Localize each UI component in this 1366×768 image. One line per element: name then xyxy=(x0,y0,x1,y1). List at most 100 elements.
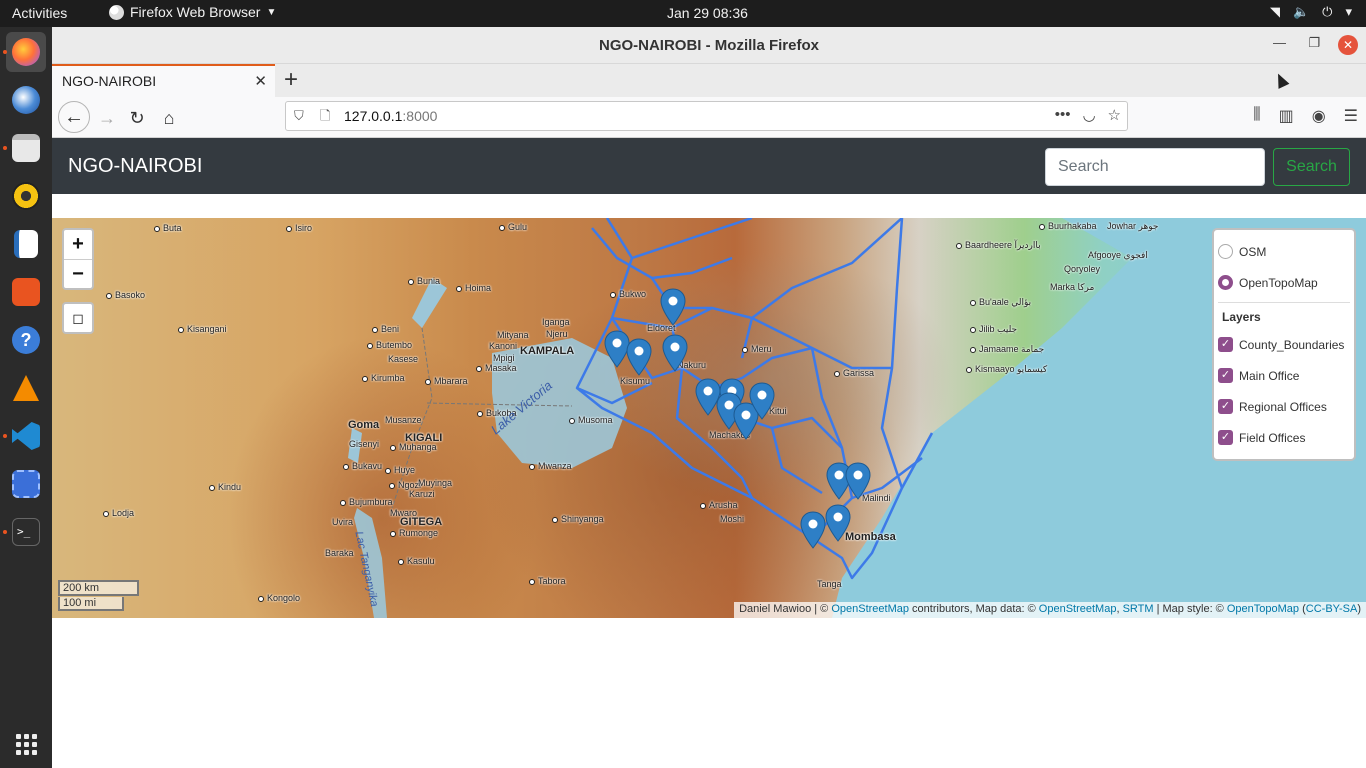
new-tab-button[interactable]: + xyxy=(284,66,298,94)
firefox-icon xyxy=(109,4,124,20)
fullscreen-button[interactable]: ◻ xyxy=(62,302,94,334)
site-brand[interactable]: NGO-NAIROBI xyxy=(68,155,202,178)
dock-terminal[interactable]: >_ xyxy=(6,512,46,552)
home-button[interactable]: ⌂ xyxy=(156,106,182,132)
license-link[interactable]: CC-BY-SA xyxy=(1306,603,1358,615)
place-label: Karuzi xyxy=(409,489,435,499)
overlay-county-boundaries[interactable]: ✓ County_Boundaries xyxy=(1218,329,1350,360)
account-icon[interactable]: ◉ xyxy=(1312,106,1326,126)
search-button[interactable]: Search xyxy=(1273,148,1350,186)
map-marker-icon[interactable] xyxy=(845,462,871,500)
place-label: Kongolo xyxy=(258,593,300,603)
place-label: Tanga xyxy=(817,579,842,589)
place-label: Jilib جليب xyxy=(970,324,1017,335)
scale-mi: 100 mi xyxy=(58,597,124,611)
place-label: Jamaame جمامة xyxy=(970,344,1044,355)
dock-rhythmbox[interactable] xyxy=(6,176,46,216)
url-text[interactable]: 127.0.0.1:8000 xyxy=(344,108,437,124)
dock-writer[interactable] xyxy=(6,224,46,264)
place-label: Buta xyxy=(154,223,182,233)
radio-button[interactable] xyxy=(1218,244,1233,259)
hamburger-menu-icon[interactable]: ☰ xyxy=(1344,106,1358,126)
base-layer-opentopomap[interactable]: OpenTopoMap xyxy=(1218,267,1350,298)
checkbox[interactable]: ✓ xyxy=(1218,368,1233,383)
system-top-bar: Activities Firefox Web Browser ▼ Jan 29 … xyxy=(0,0,1366,27)
bookmark-star-icon[interactable]: ☆ xyxy=(1108,106,1121,124)
checkbox[interactable]: ✓ xyxy=(1218,337,1233,352)
library-icon[interactable]: ⫼ xyxy=(1253,106,1260,126)
reload-button[interactable]: ↻ xyxy=(124,106,150,132)
show-applications-button[interactable] xyxy=(6,724,46,764)
checkbox[interactable]: ✓ xyxy=(1218,430,1233,445)
map-marker-icon[interactable] xyxy=(749,382,775,420)
chevron-down-icon: ▾ xyxy=(1345,4,1352,19)
dock-vlc[interactable] xyxy=(6,368,46,408)
overlay-regional-offices[interactable]: ✓ Regional Offices xyxy=(1218,391,1350,422)
search-input[interactable] xyxy=(1045,148,1265,186)
activities-button[interactable]: Activities xyxy=(12,5,67,21)
place-label: Moshi xyxy=(720,514,745,524)
dock-files[interactable] xyxy=(6,128,46,168)
tab-ngo-nairobi[interactable]: NGO-NAIROBI ✕ xyxy=(52,64,275,97)
place-label: Kisangani xyxy=(178,324,227,334)
radio-button[interactable] xyxy=(1218,275,1233,290)
back-button[interactable]: ← xyxy=(58,101,90,133)
maximize-button[interactable]: ❐ xyxy=(1308,35,1320,51)
dock-screenshot[interactable] xyxy=(6,464,46,504)
place-label: Muyinga xyxy=(418,478,453,488)
srtm-link[interactable]: SRTM xyxy=(1123,603,1154,615)
power-icon: ⏻ xyxy=(1322,4,1333,19)
system-tray[interactable]: ◥ 🔈 ⏻ ▾ xyxy=(1270,4,1352,20)
screenshot-icon xyxy=(12,470,40,498)
dock-help[interactable]: ? xyxy=(6,320,46,360)
osm-link[interactable]: OpenStreetMap xyxy=(831,603,909,615)
checkbox[interactable]: ✓ xyxy=(1218,399,1233,414)
close-window-button[interactable]: ✕ xyxy=(1338,35,1358,55)
app-menu-label: Firefox Web Browser xyxy=(130,4,261,20)
place-label: Rumonge xyxy=(390,528,438,538)
place-label: Butembo xyxy=(367,340,412,350)
opentopomap-link[interactable]: OpenTopoMap xyxy=(1227,603,1299,615)
overlay-field-offices[interactable]: ✓ Field Offices xyxy=(1218,422,1350,453)
map-marker-icon[interactable] xyxy=(800,511,826,549)
zoom-in-button[interactable]: + xyxy=(64,230,92,259)
map-marker-icon[interactable] xyxy=(825,504,851,542)
url-bar[interactable]: ⛉ 🗋 127.0.0.1:8000 ••• ◡ ☆ xyxy=(285,101,1128,131)
place-label: Kasese xyxy=(388,354,419,364)
page-actions-icon[interactable]: ••• xyxy=(1055,106,1071,124)
place-label: Tabora xyxy=(529,576,566,586)
base-layer-label: OSM xyxy=(1239,244,1267,259)
running-indicator xyxy=(3,50,7,54)
app-menu[interactable]: Firefox Web Browser ▼ xyxy=(109,4,276,20)
close-tab-icon[interactable]: ✕ xyxy=(254,72,267,90)
dock-thunderbird[interactable] xyxy=(6,80,46,120)
document-icon xyxy=(14,230,38,258)
place-label: Musoma xyxy=(569,415,613,425)
dock-software[interactable] xyxy=(6,272,46,312)
divider xyxy=(1218,302,1350,303)
minimize-button[interactable]: — xyxy=(1273,35,1286,50)
running-indicator xyxy=(3,434,7,438)
map-marker-icon[interactable] xyxy=(660,288,686,326)
pocket-icon[interactable]: ◡ xyxy=(1082,106,1095,124)
window-titlebar[interactable]: NGO-NAIROBI - Mozilla Firefox — ❐ ✕ xyxy=(52,27,1366,64)
dock-firefox[interactable] xyxy=(6,32,46,72)
clock[interactable]: Jan 29 08:36 xyxy=(667,5,748,21)
tracking-protection-icon[interactable]: ⛉ xyxy=(294,108,304,124)
overlay-main-office[interactable]: ✓ Main Office xyxy=(1218,360,1350,391)
place-label: Bujumbura xyxy=(340,497,393,507)
place-label: Mbarara xyxy=(425,376,468,386)
base-layer-osm[interactable]: OSM xyxy=(1218,236,1350,267)
page-info-icon[interactable]: 🗋 xyxy=(320,107,330,129)
osm-data-link[interactable]: OpenStreetMap xyxy=(1039,603,1117,615)
dock-vscode[interactable] xyxy=(6,416,46,456)
map-marker-icon[interactable] xyxy=(626,338,652,376)
map-marker-icon[interactable] xyxy=(662,334,688,372)
zoom-control: + − xyxy=(62,228,94,290)
forward-button[interactable]: → xyxy=(94,106,120,132)
sidebar-icon[interactable]: ▥ xyxy=(1279,106,1294,126)
overlay-label: County_Boundaries xyxy=(1239,337,1345,352)
zoom-out-button[interactable]: − xyxy=(64,259,92,288)
place-label: Bukavu xyxy=(343,461,382,471)
leaflet-map[interactable]: Buta Isiro Gulu Buurhakaba Jowhar جوهر B… xyxy=(52,218,1366,618)
